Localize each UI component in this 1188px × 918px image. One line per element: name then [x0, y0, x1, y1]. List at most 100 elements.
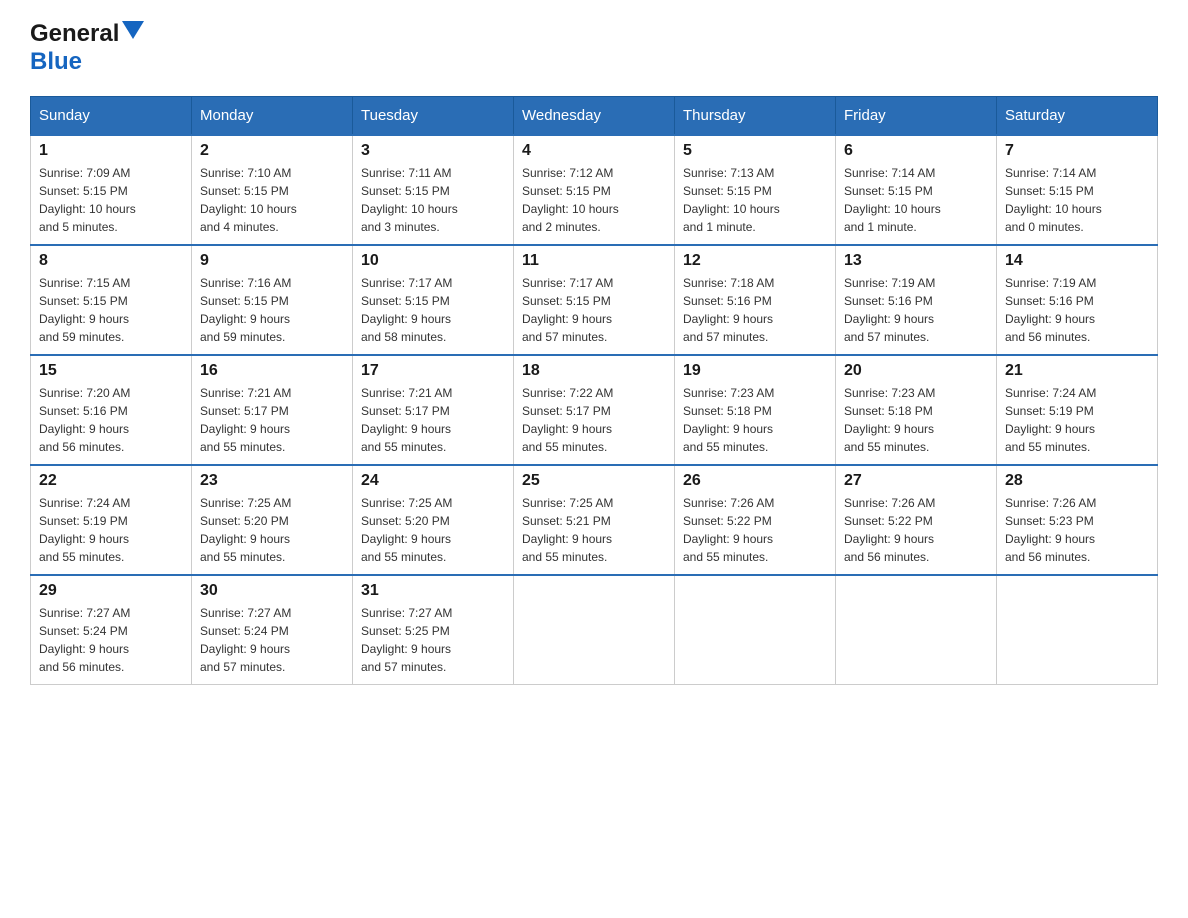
day-cell-5: 5 Sunrise: 7:13 AMSunset: 5:15 PMDayligh… — [675, 135, 836, 245]
day-info-29: Sunrise: 7:27 AMSunset: 5:24 PMDaylight:… — [39, 604, 183, 676]
day-cell-20: 20 Sunrise: 7:23 AMSunset: 5:18 PMDaylig… — [836, 355, 997, 465]
day-info-12: Sunrise: 7:18 AMSunset: 5:16 PMDaylight:… — [683, 274, 827, 346]
week-row-2: 8 Sunrise: 7:15 AMSunset: 5:15 PMDayligh… — [31, 245, 1158, 355]
day-number-17: 17 — [361, 362, 505, 380]
day-info-16: Sunrise: 7:21 AMSunset: 5:17 PMDaylight:… — [200, 384, 344, 456]
week-row-5: 29 Sunrise: 7:27 AMSunset: 5:24 PMDaylig… — [31, 575, 1158, 685]
day-cell-15: 15 Sunrise: 7:20 AMSunset: 5:16 PMDaylig… — [31, 355, 192, 465]
calendar-header-row: SundayMondayTuesdayWednesdayThursdayFrid… — [31, 97, 1158, 136]
day-info-28: Sunrise: 7:26 AMSunset: 5:23 PMDaylight:… — [1005, 494, 1149, 566]
header-friday: Friday — [836, 97, 997, 136]
day-cell-19: 19 Sunrise: 7:23 AMSunset: 5:18 PMDaylig… — [675, 355, 836, 465]
day-number-8: 8 — [39, 252, 183, 270]
day-number-10: 10 — [361, 252, 505, 270]
day-cell-3: 3 Sunrise: 7:11 AMSunset: 5:15 PMDayligh… — [353, 135, 514, 245]
day-number-12: 12 — [683, 252, 827, 270]
day-info-2: Sunrise: 7:10 AMSunset: 5:15 PMDaylight:… — [200, 164, 344, 236]
week-row-1: 1 Sunrise: 7:09 AMSunset: 5:15 PMDayligh… — [31, 135, 1158, 245]
day-number-21: 21 — [1005, 362, 1149, 380]
day-number-1: 1 — [39, 142, 183, 160]
day-cell-4: 4 Sunrise: 7:12 AMSunset: 5:15 PMDayligh… — [514, 135, 675, 245]
day-cell-27: 27 Sunrise: 7:26 AMSunset: 5:22 PMDaylig… — [836, 465, 997, 575]
day-info-27: Sunrise: 7:26 AMSunset: 5:22 PMDaylight:… — [844, 494, 988, 566]
day-cell-6: 6 Sunrise: 7:14 AMSunset: 5:15 PMDayligh… — [836, 135, 997, 245]
logo-arrow-icon — [122, 21, 144, 44]
day-cell-24: 24 Sunrise: 7:25 AMSunset: 5:20 PMDaylig… — [353, 465, 514, 575]
day-info-6: Sunrise: 7:14 AMSunset: 5:15 PMDaylight:… — [844, 164, 988, 236]
day-number-31: 31 — [361, 582, 505, 600]
day-number-15: 15 — [39, 362, 183, 380]
header-sunday: Sunday — [31, 97, 192, 136]
empty-cell-4-6 — [997, 575, 1158, 685]
empty-cell-4-5 — [836, 575, 997, 685]
day-info-13: Sunrise: 7:19 AMSunset: 5:16 PMDaylight:… — [844, 274, 988, 346]
day-info-30: Sunrise: 7:27 AMSunset: 5:24 PMDaylight:… — [200, 604, 344, 676]
day-number-29: 29 — [39, 582, 183, 600]
day-info-1: Sunrise: 7:09 AMSunset: 5:15 PMDaylight:… — [39, 164, 183, 236]
header-wednesday: Wednesday — [514, 97, 675, 136]
logo-blue: Blue — [30, 48, 82, 75]
page-header: General Blue — [30, 20, 1158, 76]
calendar-table: SundayMondayTuesdayWednesdayThursdayFrid… — [30, 96, 1158, 685]
day-cell-30: 30 Sunrise: 7:27 AMSunset: 5:24 PMDaylig… — [192, 575, 353, 685]
day-info-17: Sunrise: 7:21 AMSunset: 5:17 PMDaylight:… — [361, 384, 505, 456]
day-cell-25: 25 Sunrise: 7:25 AMSunset: 5:21 PMDaylig… — [514, 465, 675, 575]
day-cell-31: 31 Sunrise: 7:27 AMSunset: 5:25 PMDaylig… — [353, 575, 514, 685]
day-cell-26: 26 Sunrise: 7:26 AMSunset: 5:22 PMDaylig… — [675, 465, 836, 575]
header-monday: Monday — [192, 97, 353, 136]
day-info-19: Sunrise: 7:23 AMSunset: 5:18 PMDaylight:… — [683, 384, 827, 456]
header-tuesday: Tuesday — [353, 97, 514, 136]
day-info-9: Sunrise: 7:16 AMSunset: 5:15 PMDaylight:… — [200, 274, 344, 346]
day-info-24: Sunrise: 7:25 AMSunset: 5:20 PMDaylight:… — [361, 494, 505, 566]
day-number-22: 22 — [39, 472, 183, 490]
day-info-14: Sunrise: 7:19 AMSunset: 5:16 PMDaylight:… — [1005, 274, 1149, 346]
day-number-30: 30 — [200, 582, 344, 600]
day-info-10: Sunrise: 7:17 AMSunset: 5:15 PMDaylight:… — [361, 274, 505, 346]
day-cell-7: 7 Sunrise: 7:14 AMSunset: 5:15 PMDayligh… — [997, 135, 1158, 245]
day-number-7: 7 — [1005, 142, 1149, 160]
day-number-20: 20 — [844, 362, 988, 380]
day-info-21: Sunrise: 7:24 AMSunset: 5:19 PMDaylight:… — [1005, 384, 1149, 456]
day-info-5: Sunrise: 7:13 AMSunset: 5:15 PMDaylight:… — [683, 164, 827, 236]
day-info-25: Sunrise: 7:25 AMSunset: 5:21 PMDaylight:… — [522, 494, 666, 566]
day-cell-16: 16 Sunrise: 7:21 AMSunset: 5:17 PMDaylig… — [192, 355, 353, 465]
empty-cell-4-4 — [675, 575, 836, 685]
day-cell-9: 9 Sunrise: 7:16 AMSunset: 5:15 PMDayligh… — [192, 245, 353, 355]
day-number-24: 24 — [361, 472, 505, 490]
day-info-20: Sunrise: 7:23 AMSunset: 5:18 PMDaylight:… — [844, 384, 988, 456]
day-cell-17: 17 Sunrise: 7:21 AMSunset: 5:17 PMDaylig… — [353, 355, 514, 465]
day-number-2: 2 — [200, 142, 344, 160]
day-number-3: 3 — [361, 142, 505, 160]
day-number-11: 11 — [522, 252, 666, 270]
day-number-13: 13 — [844, 252, 988, 270]
day-number-27: 27 — [844, 472, 988, 490]
day-cell-22: 22 Sunrise: 7:24 AMSunset: 5:19 PMDaylig… — [31, 465, 192, 575]
day-info-15: Sunrise: 7:20 AMSunset: 5:16 PMDaylight:… — [39, 384, 183, 456]
header-saturday: Saturday — [997, 97, 1158, 136]
day-cell-28: 28 Sunrise: 7:26 AMSunset: 5:23 PMDaylig… — [997, 465, 1158, 575]
day-info-4: Sunrise: 7:12 AMSunset: 5:15 PMDaylight:… — [522, 164, 666, 236]
day-cell-21: 21 Sunrise: 7:24 AMSunset: 5:19 PMDaylig… — [997, 355, 1158, 465]
day-info-31: Sunrise: 7:27 AMSunset: 5:25 PMDaylight:… — [361, 604, 505, 676]
day-info-18: Sunrise: 7:22 AMSunset: 5:17 PMDaylight:… — [522, 384, 666, 456]
day-number-26: 26 — [683, 472, 827, 490]
day-number-28: 28 — [1005, 472, 1149, 490]
day-number-18: 18 — [522, 362, 666, 380]
day-number-4: 4 — [522, 142, 666, 160]
day-cell-18: 18 Sunrise: 7:22 AMSunset: 5:17 PMDaylig… — [514, 355, 675, 465]
day-cell-12: 12 Sunrise: 7:18 AMSunset: 5:16 PMDaylig… — [675, 245, 836, 355]
day-cell-10: 10 Sunrise: 7:17 AMSunset: 5:15 PMDaylig… — [353, 245, 514, 355]
logo-general: General — [30, 20, 119, 48]
week-row-4: 22 Sunrise: 7:24 AMSunset: 5:19 PMDaylig… — [31, 465, 1158, 575]
logo: General Blue — [30, 20, 144, 76]
day-number-16: 16 — [200, 362, 344, 380]
day-cell-14: 14 Sunrise: 7:19 AMSunset: 5:16 PMDaylig… — [997, 245, 1158, 355]
week-row-3: 15 Sunrise: 7:20 AMSunset: 5:16 PMDaylig… — [31, 355, 1158, 465]
day-number-6: 6 — [844, 142, 988, 160]
day-number-9: 9 — [200, 252, 344, 270]
day-number-25: 25 — [522, 472, 666, 490]
day-cell-1: 1 Sunrise: 7:09 AMSunset: 5:15 PMDayligh… — [31, 135, 192, 245]
day-number-23: 23 — [200, 472, 344, 490]
empty-cell-4-3 — [514, 575, 675, 685]
day-cell-2: 2 Sunrise: 7:10 AMSunset: 5:15 PMDayligh… — [192, 135, 353, 245]
